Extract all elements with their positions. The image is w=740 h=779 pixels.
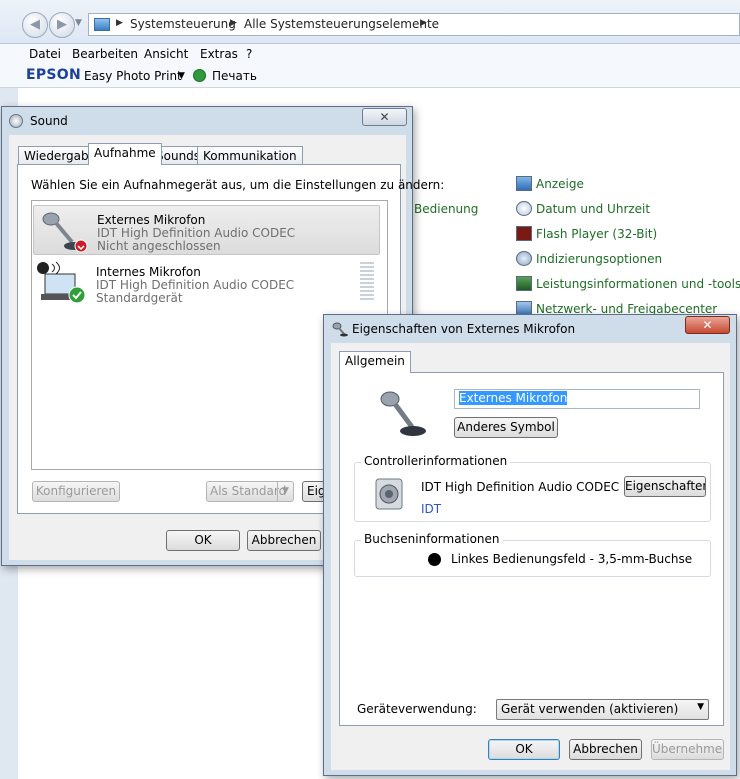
change-icon-button[interactable]: Anderes Symbol	[454, 417, 558, 438]
cp-link-leistung[interactable]: Leistungsinformationen und -tools	[536, 277, 740, 291]
controller-info-label: Controllerinformationen	[361, 454, 511, 468]
device-status: Nicht angeschlossen	[97, 239, 221, 253]
controller-name: IDT High Definition Audio CODEC	[421, 480, 620, 494]
breadcrumb-all-items[interactable]: Alle Systemsteuerungselemente	[244, 17, 439, 31]
device-name-input[interactable]: Externes Mikrofon	[454, 389, 700, 409]
chevron-down-icon[interactable]: ▼	[697, 702, 704, 712]
monitor-icon	[516, 176, 532, 191]
cp-link-datum[interactable]: Datum und Uhrzeit	[536, 202, 650, 216]
usage-select[interactable]: Gerät verwenden (aktivieren) ▼	[496, 699, 709, 720]
usage-label: Geräteverwendung:	[357, 702, 477, 716]
device-item[interactable]: Externes Mikrofon IDT High Definition Au…	[33, 205, 380, 255]
history-dropdown-icon[interactable]: ▼	[75, 18, 82, 28]
jack-location: Linkes Bedienungsfeld - 3,5-mm-Buchse	[451, 552, 693, 566]
properties-titlebar[interactable]: Eigenschaften von Externes Mikrofon ✕	[324, 315, 736, 343]
tab-kommunikation[interactable]: Kommunikation	[197, 146, 303, 165]
cancel-button[interactable]: Abbrechen	[247, 530, 321, 551]
flash-player-icon	[516, 226, 532, 241]
breadcrumb-separator-icon[interactable]: ▶	[420, 18, 427, 28]
jack-info-label: Buchseninformationen	[361, 532, 503, 546]
microphone-icon	[332, 322, 348, 337]
controller-vendor-link[interactable]: IDT	[421, 502, 441, 516]
device-driver: IDT High Definition Audio CODEC	[96, 278, 295, 292]
menu-bar: Datei Bearbeiten Ansicht Extras ?	[0, 44, 740, 64]
menu-datei[interactable]: Datei	[29, 47, 61, 61]
microphone-icon	[380, 391, 426, 436]
epson-toolbar: EPSON Easy Photo Print ▼ Печать	[0, 64, 740, 88]
print-icon[interactable]	[193, 69, 206, 82]
microphone-icon	[42, 212, 88, 253]
controller-info-group: Controllerinformationen IDT High Definit…	[354, 454, 711, 522]
chevron-down-icon[interactable]: ▼	[277, 482, 293, 501]
breadcrumb-separator-icon[interactable]: ▶	[116, 18, 123, 28]
menu-ansicht[interactable]: Ansicht	[144, 47, 188, 61]
forward-arrow-icon: ▶	[57, 17, 67, 32]
control-panel-icon	[94, 18, 110, 31]
sound-title: Sound	[30, 114, 68, 128]
properties-title: Eigenschaften von Externes Mikrofon	[352, 322, 576, 336]
back-button[interactable]: ◀	[22, 12, 48, 38]
ok-button[interactable]: OK	[166, 530, 240, 551]
explorer-toolbar: ◀ ▶ ▼ ▶ Systemsteuerung ▶ Alle Systemste…	[0, 0, 740, 44]
address-bar[interactable]: ▶ Systemsteuerung ▶ Alle Systemsteuerung…	[88, 13, 740, 36]
clock-icon	[516, 201, 532, 216]
device-status: Standardgerät	[96, 291, 183, 305]
device-driver: IDT High Definition Audio CODEC	[97, 226, 296, 240]
device-item[interactable]: Internes Mikrofon IDT High Definition Au…	[33, 258, 380, 308]
apply-button[interactable]: Übernehmen	[651, 739, 724, 760]
menu-bearbeiten[interactable]: Bearbeiten	[72, 47, 138, 61]
laptop-microphone-icon	[37, 261, 86, 304]
back-arrow-icon: ◀	[30, 17, 40, 32]
cp-link-indizierung[interactable]: Indizierungsoptionen	[536, 252, 662, 266]
indexing-icon	[516, 251, 532, 266]
performance-icon	[516, 276, 532, 291]
menu-help[interactable]: ?	[246, 47, 252, 61]
jack-color-icon	[428, 553, 441, 566]
speaker-icon	[9, 114, 23, 128]
properties-dialog: Eigenschaften von Externes Mikrofon ✕ Al…	[323, 314, 737, 776]
device-name: Internes Mikrofon	[96, 265, 201, 279]
cp-link-bedienung[interactable]: Bedienung	[414, 202, 478, 216]
general-panel: Externes Mikrofon Anderes Symbol Control…	[339, 372, 724, 726]
breadcrumb-systemsteuerung[interactable]: Systemsteuerung	[130, 17, 236, 31]
breadcrumb-separator-icon[interactable]: ▶	[230, 18, 237, 28]
device-name-value: Externes Mikrofon	[459, 391, 568, 405]
sound-titlebar[interactable]: Sound ✕	[2, 107, 412, 135]
close-icon: ✕	[379, 110, 390, 124]
cp-link-anzeige[interactable]: Anzeige	[536, 177, 584, 191]
menu-extras[interactable]: Extras	[200, 47, 238, 61]
level-meter	[360, 262, 374, 302]
forward-button[interactable]: ▶	[49, 12, 75, 38]
properties-client: Allgemein Externes Mikrofon Anderes Symb…	[331, 343, 730, 770]
set-default-button[interactable]: Als Standard ▼	[206, 481, 294, 502]
device-name: Externes Mikrofon	[97, 213, 206, 227]
tab-aufnahme[interactable]: Aufnahme	[88, 143, 162, 165]
print-button[interactable]: Печать	[212, 69, 257, 83]
set-default-label: Als Standard	[210, 484, 287, 498]
controller-properties-button[interactable]: Eigenschaften	[624, 476, 706, 497]
tab-allgemein[interactable]: Allgemein	[339, 351, 411, 373]
usage-selected: Gerät verwenden (aktivieren)	[501, 702, 679, 716]
chevron-down-icon[interactable]: ▼	[178, 71, 185, 81]
close-button[interactable]: ✕	[685, 316, 730, 334]
close-icon: ✕	[702, 318, 713, 332]
epson-app-button[interactable]: Easy Photo Print	[84, 69, 182, 83]
speaker-device-icon	[375, 478, 403, 510]
cancel-button[interactable]: Abbrechen	[569, 739, 642, 760]
instruction-text: Wählen Sie ein Aufnahmegerät aus, um die…	[31, 178, 445, 192]
jack-info-group: Buchseninformationen Linkes Bedienungsfe…	[354, 532, 711, 577]
configure-button[interactable]: Konfigurieren	[32, 481, 120, 502]
close-button[interactable]: ✕	[362, 108, 407, 126]
cp-link-flash[interactable]: Flash Player (32-Bit)	[536, 227, 657, 241]
ok-button[interactable]: OK	[488, 739, 560, 760]
epson-logo: EPSON	[26, 67, 82, 83]
